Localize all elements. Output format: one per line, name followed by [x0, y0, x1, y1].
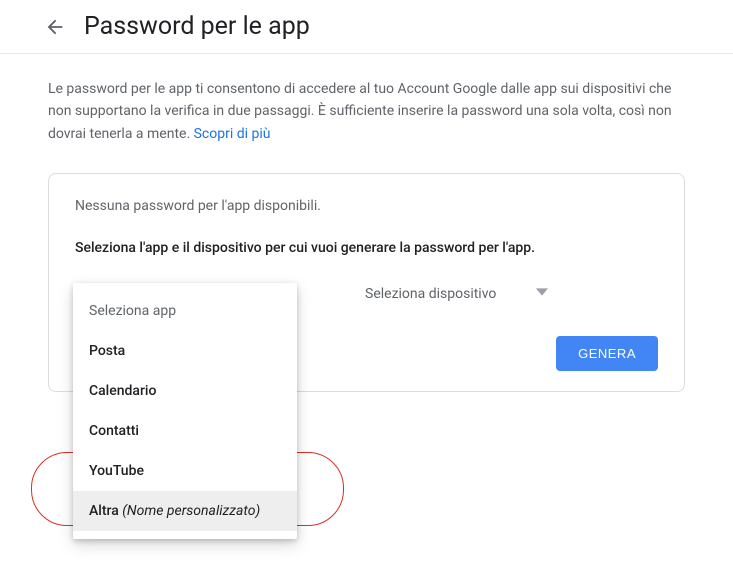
- select-device-label: Seleziona dispositivo: [365, 286, 496, 302]
- menu-item-mail[interactable]: Posta: [73, 331, 297, 371]
- page-title: Password per le app: [84, 12, 310, 41]
- generate-button[interactable]: GENERA: [556, 336, 658, 371]
- description-body: Le password per le app ti consentono di …: [48, 81, 672, 142]
- select-device-dropdown[interactable]: Seleziona dispositivo: [365, 280, 548, 308]
- select-prompt-text: Seleziona l'app e il dispositivo per cui…: [75, 240, 658, 256]
- menu-item-other-suffix: (Nome personalizzato): [122, 503, 260, 519]
- learn-more-link[interactable]: Scopri di più: [194, 126, 271, 142]
- menu-item-other[interactable]: Altra (Nome personalizzato): [73, 491, 297, 531]
- menu-item-youtube[interactable]: YouTube: [73, 451, 297, 491]
- back-arrow-icon[interactable]: [44, 16, 66, 38]
- description-text: Le password per le app ti consentono di …: [48, 78, 685, 145]
- caret-down-icon: [536, 286, 548, 302]
- no-passwords-text: Nessuna password per l'app disponibili.: [75, 198, 658, 214]
- menu-item-contacts[interactable]: Contatti: [73, 411, 297, 451]
- select-app-menu: Seleziona app Posta Calendario Contatti …: [73, 283, 297, 539]
- menu-item-calendar[interactable]: Calendario: [73, 371, 297, 411]
- menu-item-other-prefix: Altra: [89, 503, 122, 519]
- menu-header: Seleziona app: [73, 291, 297, 331]
